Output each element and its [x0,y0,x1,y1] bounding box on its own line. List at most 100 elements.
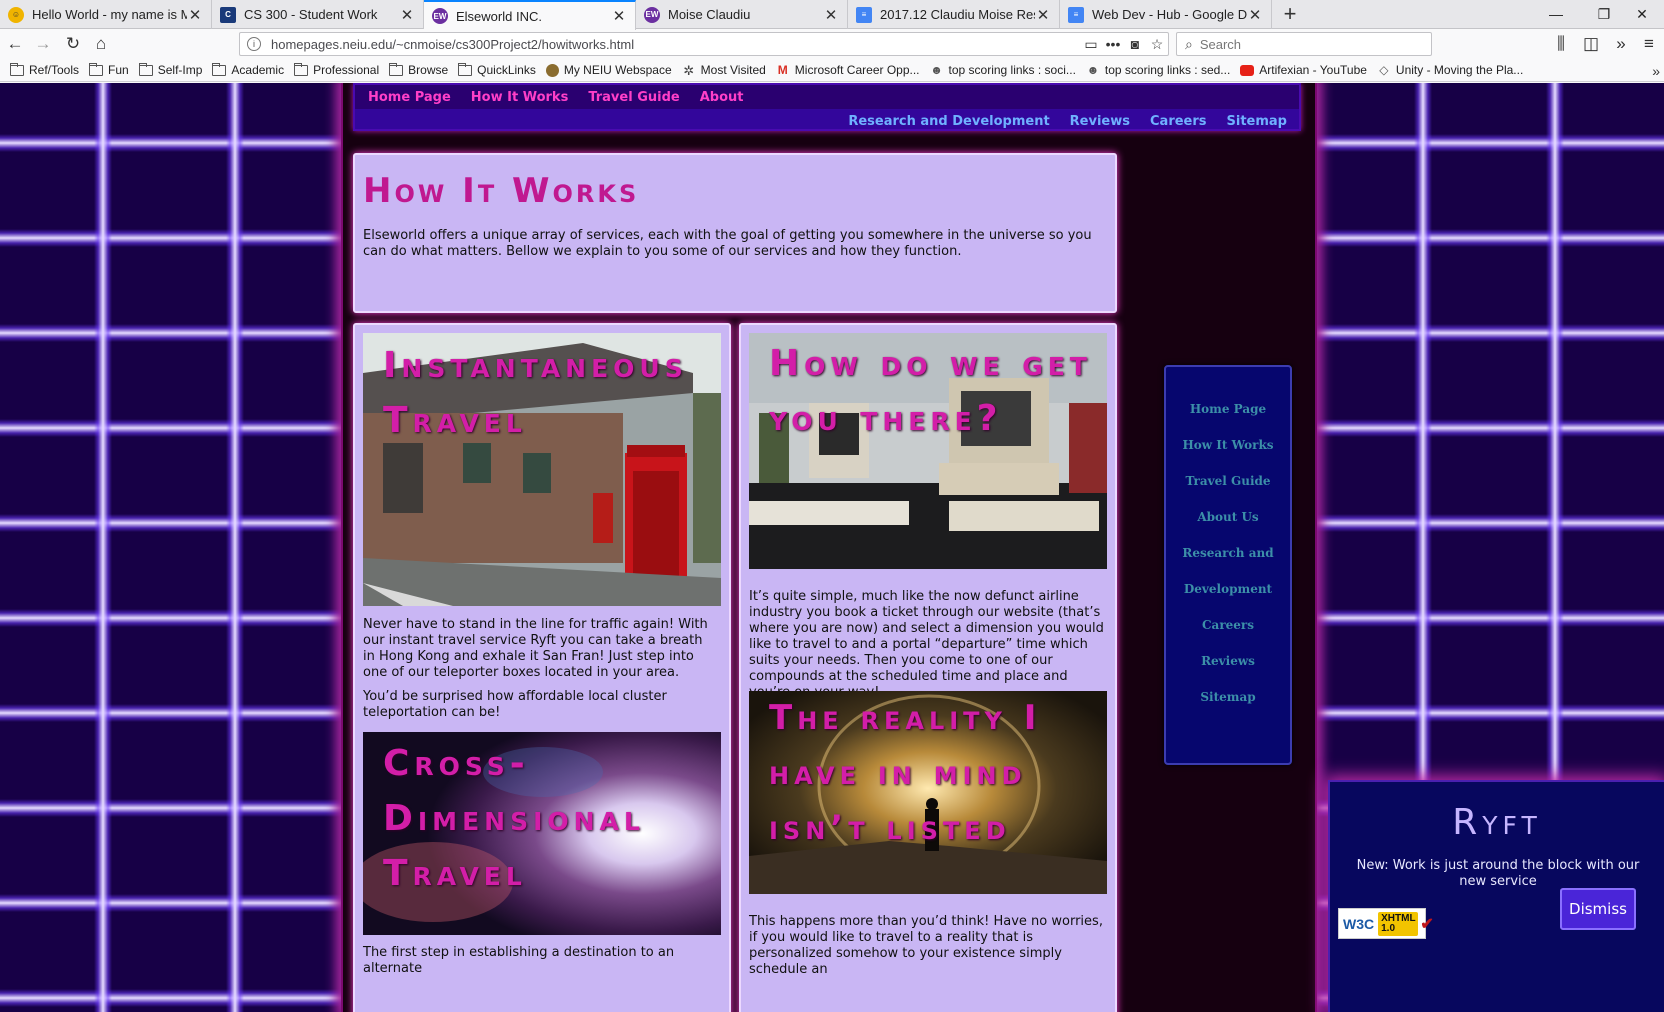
sidenav-development-link[interactable]: Development [1166,571,1290,607]
top-navigation: Home Page How It Works Travel Guide Abou… [353,83,1301,131]
close-tab-icon[interactable]: ✕ [823,6,839,24]
close-tab-icon[interactable]: ✕ [611,7,627,25]
bookmark-unity[interactable]: ◇ Unity - Moving the Pla... [1377,63,1523,77]
bookmark-label: Microsoft Career Opp... [794,63,920,77]
checkmark-icon: ✔ [1420,915,1434,933]
nav-home-link[interactable]: Home Page [368,90,451,105]
sidenav-careers-link[interactable]: Careers [1166,607,1290,643]
bookmark-fun[interactable]: Fun [89,62,129,77]
library-icon[interactable]: ⫼ [1550,33,1572,55]
nav-sitemap-link[interactable]: Sitemap [1227,114,1287,129]
sidenav-how-it-works-link[interactable]: How It Works [1166,427,1290,463]
folder-icon [212,62,227,76]
sidenav-home-link[interactable]: Home Page [1166,391,1290,427]
folder-icon [458,62,473,76]
search-placeholder: Search [1199,36,1242,52]
overflow-chevron-icon[interactable]: » [1610,33,1632,55]
tab-moise-claudiu[interactable]: EW Moise Claudiu ✕ [636,0,848,29]
bookmarks-overflow-icon[interactable]: » [1652,63,1660,79]
url-text[interactable]: homepages.neiu.edu/~cnmoise/cs300Project… [271,37,1080,52]
right-service-panel: How do we get you there? It’s quite simp… [739,323,1117,1012]
back-icon[interactable]: ← [4,33,26,55]
overlay-title: Cross-Dimensional Travel [383,743,645,894]
bookmark-most-visited[interactable]: ✲ Most Visited [682,63,766,77]
folder-icon [389,62,404,76]
close-window-icon[interactable]: ✕ [1620,0,1664,29]
forward-icon[interactable]: → [32,33,54,55]
tab-hello-world[interactable]: ☺ Hello World - my name is Moise Claudiu… [0,0,212,29]
folder-icon [138,62,153,76]
sidenav-about-link[interactable]: About Us [1166,499,1290,535]
reddit-icon: ☻ [1086,62,1100,77]
nav-travel-guide-link[interactable]: Travel Guide [588,90,679,105]
tab-elseworld[interactable]: EW Elseworld INC. ✕ [424,0,636,30]
bookmark-self-imp[interactable]: Self-Imp [138,62,203,77]
bookmark-artifexian[interactable]: Artifexian - YouTube [1240,63,1367,77]
menu-icon[interactable]: ≡ [1638,33,1660,55]
left-service-panel: Instantaneous Travel Never have to stand… [353,323,731,1012]
bookmark-reddit-2[interactable]: ☻ top scoring links : sed... [1086,62,1231,77]
bookmark-label: top scoring links : soci... [948,63,1076,77]
paragraph: The first step in establishing a destina… [363,945,675,976]
bookmark-label: Artifexian - YouTube [1259,63,1367,77]
nav-how-it-works-link[interactable]: How It Works [471,90,569,105]
new-tab-button[interactable]: + [1276,1,1304,29]
more-actions-icon[interactable]: ••• [1102,36,1124,52]
portal-silhouette-image: The reality I have in mind isn’t listed [749,691,1107,894]
bookmark-neiu[interactable]: My NEIU Webspace [545,63,672,77]
reload-icon[interactable]: ↻ [62,33,84,55]
bookmark-ref-tools[interactable]: Ref/Tools [10,62,80,77]
address-bar[interactable]: i homepages.neiu.edu/~cnmoise/cs300Proje… [239,32,1169,56]
nav-reviews-link[interactable]: Reviews [1070,114,1130,129]
bookmark-browse[interactable]: Browse [389,62,448,77]
intro-text: Elseworld offers a unique array of servi… [363,228,1092,259]
search-input[interactable]: ⌕ Search [1176,32,1432,56]
tab-resume[interactable]: ≡ 2017.12 Claudiu Moise Resume ✕ [848,0,1060,29]
reader-view-icon[interactable]: ▭ [1080,36,1102,53]
pocket-icon[interactable]: ◙ [1124,36,1146,52]
close-tab-icon[interactable]: ✕ [1247,6,1263,24]
close-tab-icon[interactable]: ✕ [187,6,203,24]
sidenav-research-link[interactable]: Research and [1166,535,1290,571]
tab-web-dev-hub[interactable]: ≡ Web Dev - Hub - Google Docs ✕ [1060,0,1272,29]
folder-icon [10,62,24,76]
bookmark-quicklinks[interactable]: QuickLinks [458,62,536,77]
gear-icon: ✲ [683,62,695,78]
close-tab-icon[interactable]: ✕ [1035,6,1051,24]
bookmark-label: Ref/Tools [29,63,80,77]
dismiss-button[interactable]: Dismiss [1560,888,1636,930]
xhtml-label: XHTML 1.0 [1378,911,1419,936]
paragraph: It’s quite simple, much like the now def… [749,589,1104,700]
sidenav-reviews-link[interactable]: Reviews [1166,643,1290,679]
bookmark-label: Self-Imp [157,63,203,77]
sidenav-travel-guide-link[interactable]: Travel Guide [1166,463,1290,499]
nav-careers-link[interactable]: Careers [1150,114,1207,129]
home-icon[interactable]: ⌂ [90,33,112,55]
bookmark-star-icon[interactable]: ☆ [1146,36,1168,53]
sidenav-sitemap-link[interactable]: Sitemap [1166,679,1290,715]
bookmark-microsoft[interactable]: M Microsoft Career Opp... [776,63,920,77]
navigation-toolbar: ← → ↻ ⌂ i homepages.neiu.edu/~cnmoise/cs… [0,30,1664,59]
nav-about-link[interactable]: About [700,90,744,105]
intro-panel: How It Works Elseworld offers a unique a… [353,153,1117,313]
folder-icon [89,62,104,76]
popup-text: New: Work is just around the block with … [1356,858,1640,889]
w3c-logo: W3C [1343,915,1375,932]
ew-logo-icon: EW [432,8,448,24]
w3c-xhtml-badge[interactable]: W3C XHTML 1.0 ✔ [1338,908,1434,939]
sidebar-icon[interactable]: ◫ [1580,33,1602,55]
info-icon[interactable]: i [247,37,261,51]
bookmark-label: Most Visited [700,63,766,77]
bookmark-reddit-1[interactable]: ☻ top scoring links : soci... [930,63,1076,77]
tab-cs300[interactable]: C CS 300 - Student Work ✕ [212,0,424,29]
close-tab-icon[interactable]: ✕ [399,6,415,24]
bookmark-academic[interactable]: Academic [212,62,284,77]
tab-strip: ☺ Hello World - my name is Moise Claudiu… [0,0,1664,30]
page-viewport: Home Page How It Works Travel Guide Abou… [0,83,1664,1012]
minimize-icon[interactable]: — [1532,0,1580,29]
bookmark-professional[interactable]: Professional [294,62,379,77]
nav-research-link[interactable]: Research and Development [848,114,1049,129]
youtube-icon [1240,64,1255,76]
paragraph: You’d be surprised how affordable local … [363,689,667,720]
bookmark-label: top scoring links : sed... [1104,63,1231,77]
